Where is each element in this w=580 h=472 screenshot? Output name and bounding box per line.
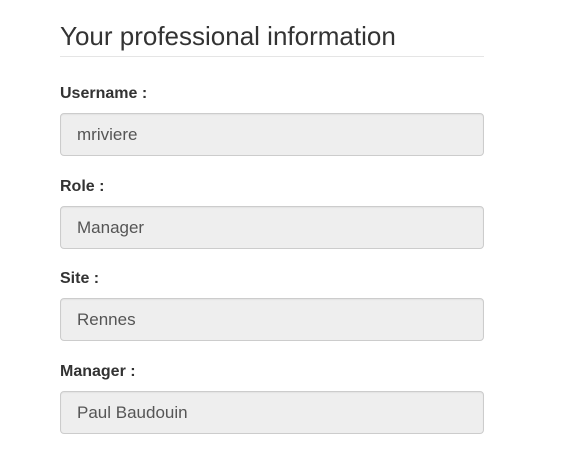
section-title: Your professional information [60,0,484,57]
role-field-group: Role : [60,177,484,249]
site-field-group: Site : [60,269,484,341]
role-input[interactable] [60,206,484,249]
username-label: Username : [60,85,148,102]
role-label: Role : [60,178,105,195]
manager-label: Manager : [60,363,136,380]
username-input[interactable] [60,113,484,156]
professional-info-panel: Your professional information Username :… [60,0,484,434]
manager-input[interactable] [60,391,484,434]
username-field-group: Username : [60,84,484,156]
site-label: Site : [60,270,100,287]
manager-field-group: Manager : [60,362,484,434]
site-input[interactable] [60,298,484,341]
